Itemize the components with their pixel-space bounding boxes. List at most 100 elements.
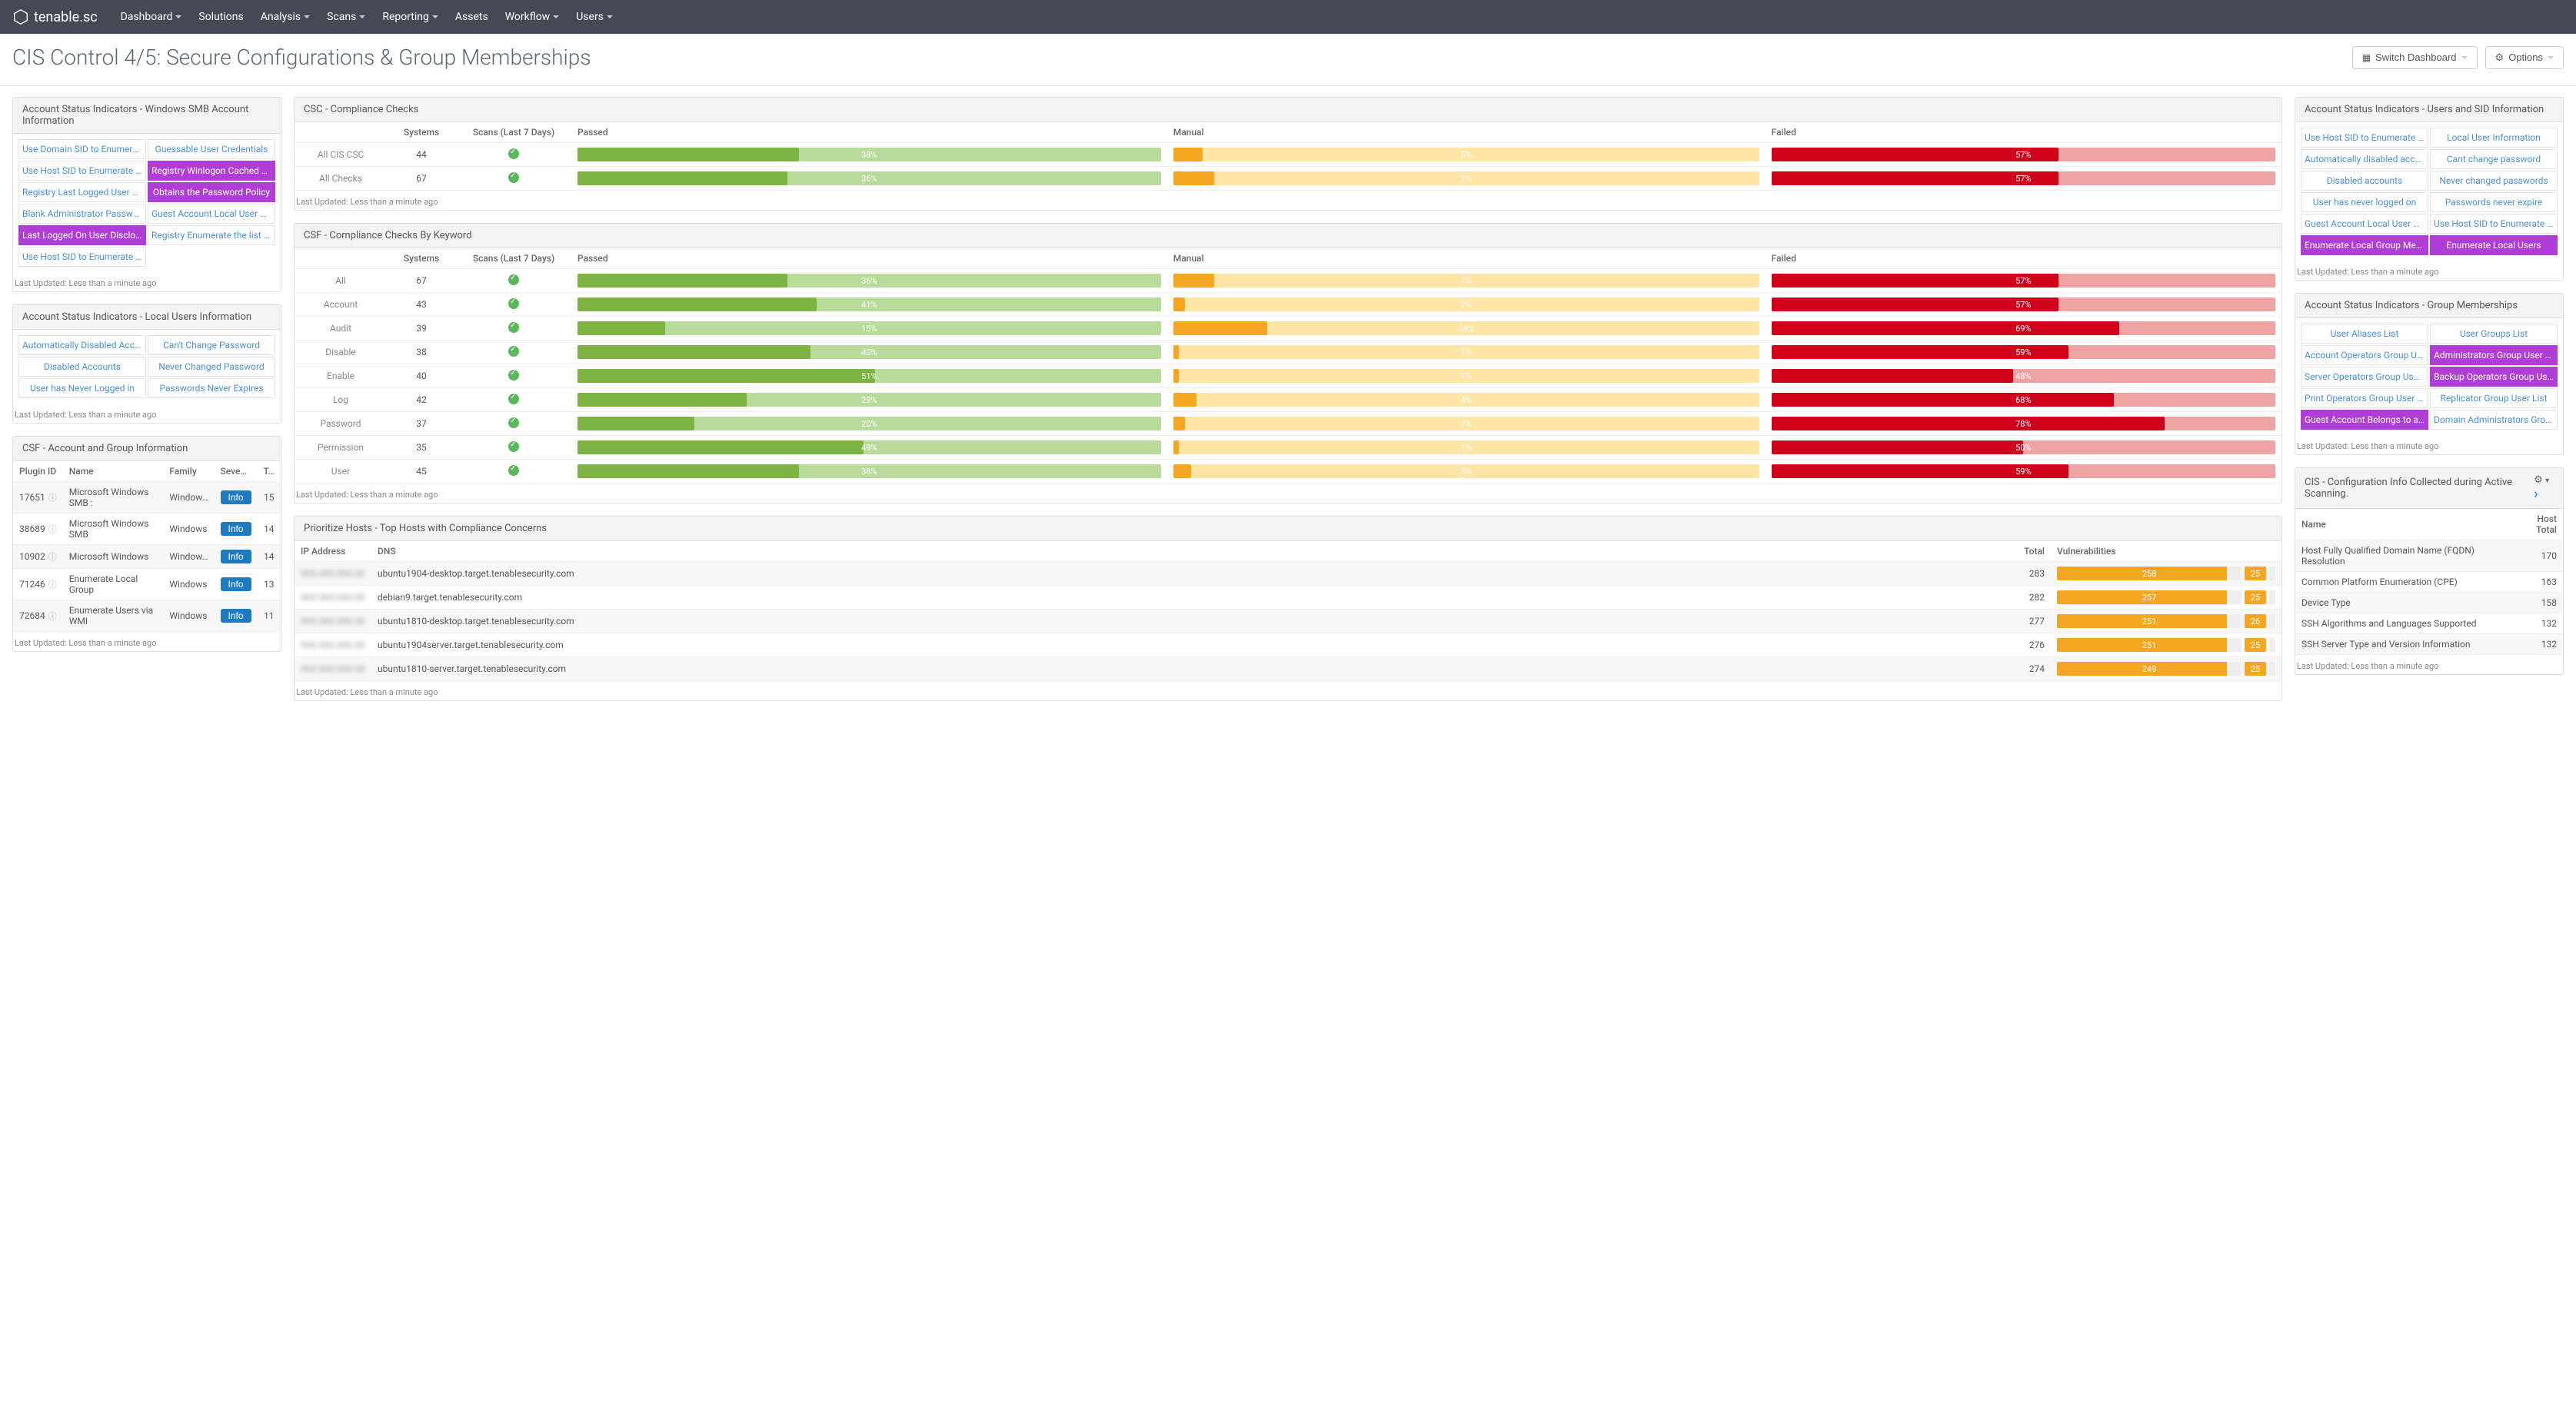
indicator-pill[interactable]: Cant change password (2430, 149, 2558, 169)
indicator-pill[interactable]: User has never logged on (2301, 192, 2428, 212)
indicator-pill[interactable]: Never changed passwords (2430, 171, 2558, 191)
green-bar[interactable]: 51% (577, 369, 1161, 383)
green-bar[interactable]: 29% (577, 393, 1161, 407)
table-row[interactable]: Audit3915%16%69% (295, 317, 2281, 341)
table-row[interactable]: All6736%7%57% (295, 269, 2281, 293)
indicator-pill[interactable]: Print Operators Group User List (2301, 388, 2428, 408)
indicator-pill[interactable]: Use Host SID to Enumerate Local U (18, 161, 146, 181)
indicator-pill[interactable]: Automatically disabled accounts (2301, 149, 2428, 169)
nav-item-dashboard[interactable]: Dashboard (121, 11, 182, 23)
indicator-pill[interactable]: Domain Administrators Group User L (2430, 410, 2558, 430)
green-bar[interactable]: 38% (577, 148, 1161, 161)
indicator-pill[interactable]: Can't Change Password (148, 335, 275, 355)
indicator-pill[interactable]: Passwords never expire (2430, 192, 2558, 212)
table-row[interactable]: Password3720%2%78% (295, 412, 2281, 436)
column-header[interactable] (295, 122, 387, 143)
column-header[interactable]: Plugin ID (13, 461, 63, 482)
red-bar[interactable]: 48% (1772, 369, 2275, 383)
column-header[interactable]: Systems (387, 248, 456, 269)
options-button[interactable]: ⚙ Options (2485, 46, 2564, 69)
yellow-bar[interactable]: 7% (1173, 171, 1759, 185)
table-row[interactable]: 71246ⓘEnumerate Local GroupWindowsInfo13 (13, 569, 281, 600)
indicator-pill[interactable]: Server Operators Group User List (2301, 367, 2428, 387)
indicator-pill[interactable]: Disabled Accounts (18, 357, 146, 377)
indicator-pill[interactable]: Registry Winlogon Cached Passwor (148, 161, 275, 181)
severity-badge[interactable]: Info (221, 550, 251, 563)
indicator-pill[interactable]: Last Logged On User Disclosure (18, 225, 146, 245)
brand-logo[interactable]: tenable.sc (12, 8, 98, 25)
nav-item-solutions[interactable]: Solutions (198, 11, 243, 23)
red-bar[interactable]: 59% (1772, 464, 2275, 478)
indicator-pill[interactable]: Local User Information (2430, 128, 2558, 148)
red-bar[interactable]: 57% (1772, 274, 2275, 288)
table-row[interactable]: 10902ⓘMicrosoft WindowsWindow…Info14 (13, 545, 281, 569)
indicator-pill[interactable]: Guest Account Local User Access (148, 204, 275, 224)
table-row[interactable]: SSH Algorithms and Languages Supported13… (2295, 613, 2563, 634)
table-row[interactable]: 000.000.000.00ubuntu1904-desktop.target.… (295, 562, 2281, 586)
yellow-bar[interactable]: 7% (1173, 274, 1759, 288)
vuln-bar[interactable]: 251 (2057, 638, 2242, 652)
severity-badge[interactable]: Info (221, 490, 251, 504)
indicator-pill[interactable]: Replicator Group User List (2430, 388, 2558, 408)
green-bar[interactable]: 38% (577, 464, 1161, 478)
table-row[interactable]: 17651ⓘMicrosoft Windows SMB :Window…Info… (13, 482, 281, 514)
indicator-pill[interactable]: Never Changed Password (148, 357, 275, 377)
table-row[interactable]: User4538%3%59% (295, 460, 2281, 484)
indicator-pill[interactable]: User Aliases List (2301, 324, 2428, 344)
yellow-bar[interactable]: 4% (1173, 393, 1759, 407)
indicator-pill[interactable]: Use Host SID to Enumerate Local U (2301, 128, 2428, 148)
table-row[interactable]: 000.000.000.00ubuntu1810-desktop.target.… (295, 610, 2281, 633)
indicator-pill[interactable]: Guessable User Credentials (148, 139, 275, 159)
red-bar[interactable]: 50% (1772, 440, 2275, 454)
table-row[interactable]: Device Type158 (2295, 593, 2563, 613)
green-bar[interactable]: 20% (577, 417, 1161, 430)
yellow-bar[interactable]: 3% (1173, 464, 1759, 478)
column-header[interactable]: T… (258, 461, 281, 482)
red-bar[interactable]: 59% (1772, 345, 2275, 359)
nav-item-reporting[interactable]: Reporting (382, 11, 438, 23)
column-header[interactable]: IP Address (295, 541, 371, 562)
info-icon[interactable]: ⓘ (48, 552, 57, 562)
yellow-bar[interactable]: 2% (1173, 417, 1759, 430)
table-row[interactable]: All Checks6736%7%57% (295, 167, 2281, 191)
indicator-pill[interactable]: Guest Account Local User Access (2301, 214, 2428, 234)
nav-item-users[interactable]: Users (576, 11, 613, 23)
column-header[interactable]: Name (63, 461, 164, 482)
table-row[interactable]: Account4341%2%57% (295, 293, 2281, 317)
table-row[interactable]: 000.000.000.00ubuntu1904server.target.te… (295, 633, 2281, 657)
info-icon[interactable]: ⓘ (48, 493, 57, 503)
indicator-pill[interactable]: User Groups List (2430, 324, 2558, 344)
column-header[interactable]: Failed (1766, 122, 2281, 143)
table-row[interactable]: SSH Server Type and Version Information1… (2295, 634, 2563, 655)
vuln-bar[interactable]: 257 (2057, 590, 2242, 604)
column-header[interactable]: Systems (387, 122, 456, 143)
table-row[interactable]: Disable3840%1%59% (295, 341, 2281, 364)
yellow-bar[interactable]: 2% (1173, 297, 1759, 311)
green-bar[interactable]: 49% (577, 440, 1161, 454)
yellow-bar[interactable]: 16% (1173, 321, 1759, 335)
table-row[interactable]: 000.000.000.00debian9.target.tenablesecu… (295, 586, 2281, 610)
yellow-bar[interactable]: 1% (1173, 440, 1759, 454)
table-row[interactable]: 000.000.000.00ubuntu1810-server.target.t… (295, 657, 2281, 681)
indicator-pill[interactable]: Automatically Disabled Accounts (18, 335, 146, 355)
indicator-pill[interactable]: Blank Administrator Password (18, 204, 146, 224)
arrow-right-icon[interactable]: › (2534, 486, 2538, 502)
green-bar[interactable]: 41% (577, 297, 1161, 311)
indicator-pill[interactable]: Backup Operators Group User List (2430, 367, 2558, 387)
green-bar[interactable]: 15% (577, 321, 1161, 335)
yellow-bar[interactable]: 1% (1173, 345, 1759, 359)
indicator-pill[interactable]: Account Operators Group User List (2301, 345, 2428, 365)
column-header[interactable]: Scans (Last 7 Days) (456, 122, 571, 143)
indicator-pill[interactable]: User has Never Logged in (18, 378, 146, 398)
indicator-pill[interactable]: Registry Last Logged User Name Di (18, 182, 146, 202)
column-header[interactable]: Failed (1766, 248, 2281, 269)
indicator-pill[interactable]: Guest Account Belongs to a Group (2301, 410, 2428, 430)
column-header[interactable]: Name (2295, 509, 2511, 540)
nav-item-workflow[interactable]: Workflow (505, 11, 560, 23)
indicator-pill[interactable]: Disabled accounts (2301, 171, 2428, 191)
indicator-pill[interactable]: Enumerate Local Group Membersh (2301, 235, 2428, 255)
red-bar[interactable]: 69% (1772, 321, 2275, 335)
column-header[interactable]: Manual (1167, 122, 1766, 143)
vuln-bar[interactable]: 258 (2057, 567, 2242, 580)
column-header[interactable]: Host Total (2511, 509, 2563, 540)
